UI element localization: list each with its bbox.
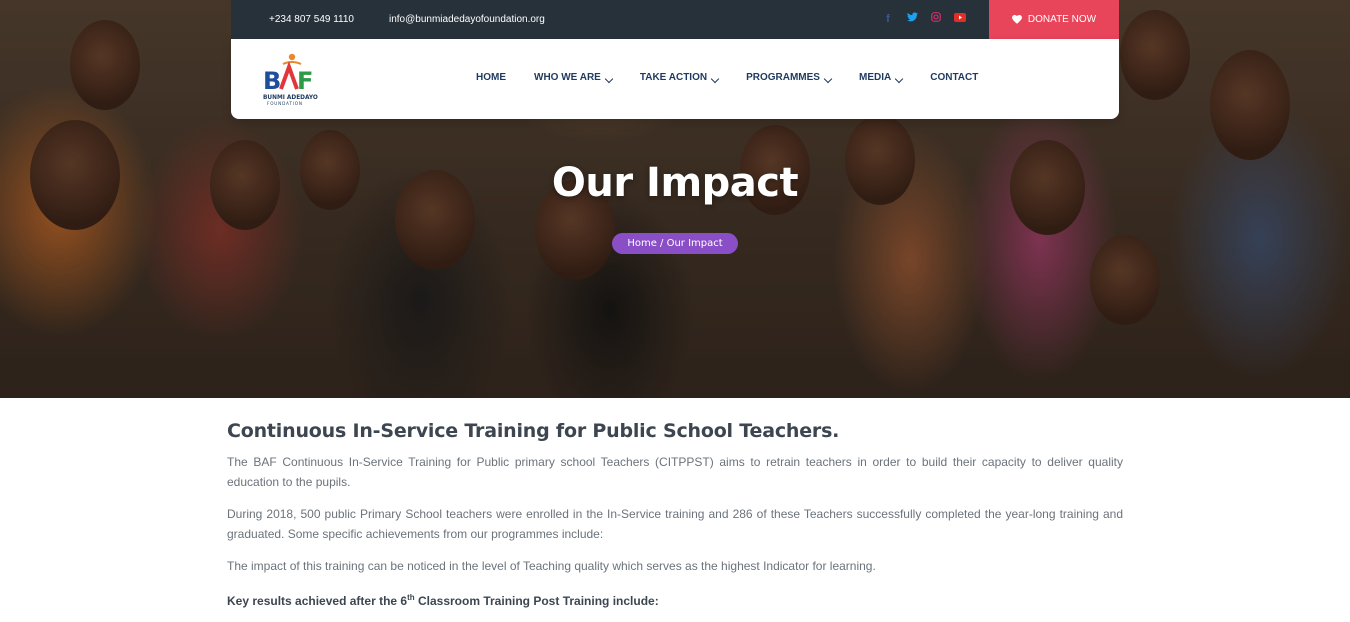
nav-contact-label: CONTACT xyxy=(930,72,979,83)
paragraph-intro: The BAF Continuous In-Service Training f… xyxy=(227,455,1123,489)
paragraph-enrollment: During 2018, 500 public Primary School t… xyxy=(227,507,1123,541)
hero-photo-face xyxy=(1090,235,1160,325)
svg-text:B: B xyxy=(263,67,281,95)
social-links: f xyxy=(882,12,966,26)
breadcrumb-separator: / xyxy=(656,238,667,249)
main-nav: HOME WHO WE ARE TAKE ACTION PROGRAMMES M… xyxy=(476,72,1006,84)
nav-programmes-label: PROGRAMMES xyxy=(746,72,820,83)
nav-who-we-are-label: WHO WE ARE xyxy=(534,72,601,83)
phone-number[interactable]: +234 807 549 1110 xyxy=(269,14,354,25)
page-title: Our Impact xyxy=(551,160,799,206)
section-heading: Continuous In-Service Training for Publi… xyxy=(227,420,840,442)
instagram-icon[interactable] xyxy=(930,12,942,26)
key-results-sup: th xyxy=(407,593,415,602)
main-content: Continuous In-Service Training for Publi… xyxy=(227,420,1123,622)
key-results-heading: Key results achieved after the 6th Class… xyxy=(227,588,1123,611)
svg-text:FOUNDATION: FOUNDATION xyxy=(267,101,303,106)
breadcrumb-current: Our Impact xyxy=(666,238,723,249)
main-navbar: B F BUNMI ADEDAYO FOUNDATION HOME WHO WE… xyxy=(231,39,1119,119)
heart-icon xyxy=(1012,15,1022,24)
key-results-suffix: Classroom Training Post Training include… xyxy=(414,594,659,608)
facebook-icon[interactable]: f xyxy=(882,12,894,26)
hero-photo-face xyxy=(1120,10,1190,100)
chevron-down-icon xyxy=(823,74,833,84)
top-bar: +234 807 549 1110 info@bunmiadedayofound… xyxy=(231,0,1119,39)
email-address[interactable]: info@bunmiadedayofoundation.org xyxy=(389,14,545,25)
hero-photo-face xyxy=(1210,50,1290,160)
twitter-icon[interactable] xyxy=(906,12,918,26)
chevron-down-icon xyxy=(604,74,614,84)
nav-media[interactable]: MEDIA xyxy=(858,72,904,84)
nav-contact[interactable]: CONTACT xyxy=(930,72,978,83)
nav-take-action[interactable]: TAKE ACTION xyxy=(639,72,720,84)
baf-logo[interactable]: B F BUNMI ADEDAYO FOUNDATION xyxy=(261,51,321,109)
svg-text:F: F xyxy=(297,67,313,95)
nav-home-label: HOME xyxy=(476,72,506,83)
nav-take-action-label: TAKE ACTION xyxy=(639,72,708,83)
donate-label: DONATE NOW xyxy=(1027,14,1097,25)
paragraph-impact: The impact of this training can be notic… xyxy=(227,559,876,573)
donate-button[interactable]: DONATE NOW xyxy=(989,0,1119,39)
key-results-prefix: Key results achieved after the 6 xyxy=(227,594,408,608)
chevron-down-icon xyxy=(894,74,904,84)
hero-photo-face xyxy=(70,20,140,110)
nav-media-label: MEDIA xyxy=(858,72,892,83)
youtube-icon[interactable] xyxy=(954,12,966,26)
nav-who-we-are[interactable]: WHO WE ARE xyxy=(534,72,614,84)
nav-programmes[interactable]: PROGRAMMES xyxy=(746,72,833,84)
breadcrumb: Home / Our Impact xyxy=(612,233,738,254)
chevron-down-icon xyxy=(710,74,720,84)
nav-home[interactable]: HOME xyxy=(476,72,506,83)
breadcrumb-home-link[interactable]: Home xyxy=(627,238,657,249)
